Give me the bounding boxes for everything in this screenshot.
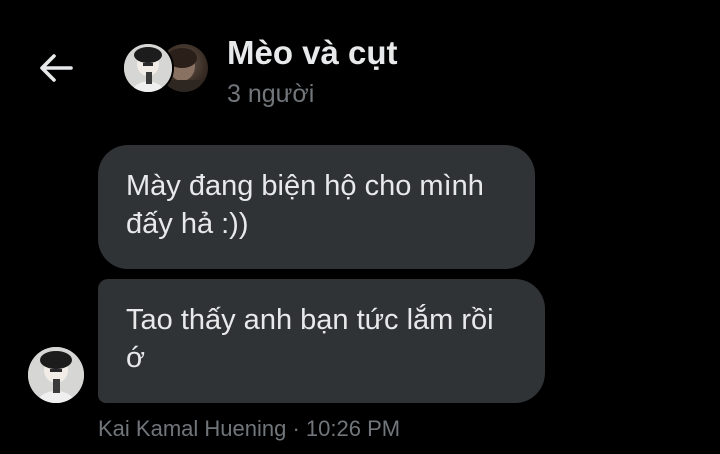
message-text-line: Mày đang biện hộ cho mình	[126, 170, 484, 202]
message-text-line: Tao thấy anh bạn tức lắm rồi	[126, 304, 494, 336]
message-text-line: đấy hả :))	[126, 208, 249, 240]
sender-avatar[interactable]	[28, 347, 84, 403]
member-avatar-1	[122, 42, 174, 94]
message-meta: Kai Kamal Huening · 10:26 PM	[98, 416, 400, 442]
message-bubble[interactable]: Mày đang biện hộ cho mình đấy hả :))	[98, 145, 535, 269]
chat-title: Mèo và cụt	[227, 34, 398, 71]
message-text-line: ớ	[126, 342, 146, 374]
arrow-left-icon	[40, 54, 73, 82]
message-timestamp: 10:26 PM	[305, 416, 401, 441]
back-button[interactable]	[36, 48, 76, 88]
conversation-header: Mèo và cụt 3 người	[0, 0, 720, 130]
sender-name[interactable]: Kai Kamal Huening	[98, 416, 286, 441]
meta-separator: ·	[286, 416, 306, 441]
message-bubble[interactable]: Tao thấy anh bạn tức lắm rồi ớ	[98, 279, 545, 403]
group-avatar[interactable]	[122, 42, 208, 96]
member-count: 3 người	[227, 80, 315, 108]
